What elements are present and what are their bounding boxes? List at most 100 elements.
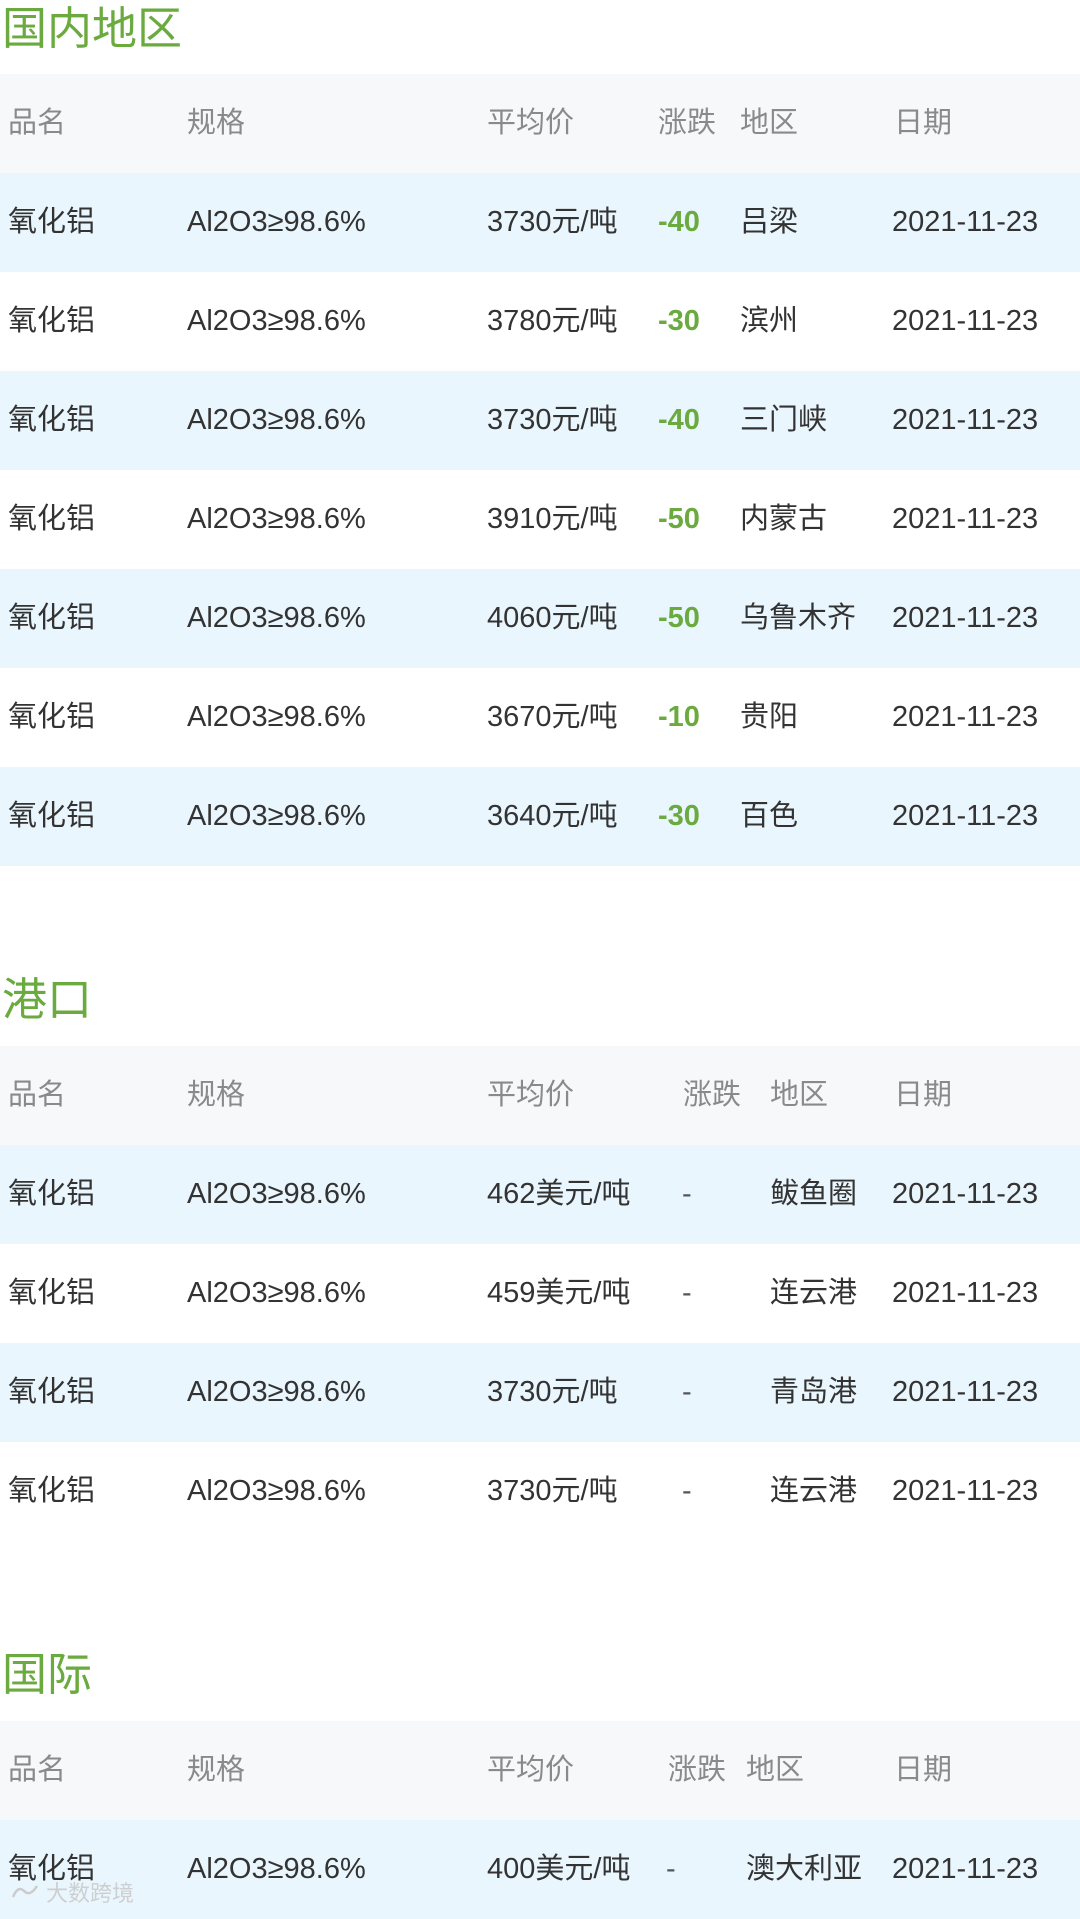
cell-region: 吕梁 bbox=[740, 206, 799, 238]
cell-price: 462美元/吨 bbox=[487, 1178, 631, 1210]
cell-spec: Al2O3≥98.6% bbox=[187, 503, 366, 535]
cell-name: 氧化铝 bbox=[8, 206, 96, 238]
header-spec: 规格 bbox=[187, 1754, 246, 1786]
cell-change: - bbox=[682, 1475, 692, 1507]
header-price: 平均价 bbox=[487, 1079, 575, 1111]
cell-region: 澳大利亚 bbox=[746, 1853, 863, 1885]
table-row[interactable]: 氧化铝 Al2O3≥98.6% 3670元/吨 -10 贵阳 2021-11-2… bbox=[0, 668, 1080, 767]
header-date: 日期 bbox=[894, 1079, 953, 1111]
cell-change: - bbox=[682, 1277, 692, 1309]
cell-spec: Al2O3≥98.6% bbox=[187, 1475, 366, 1507]
cell-spec: Al2O3≥98.6% bbox=[187, 800, 366, 832]
cell-region: 滨州 bbox=[740, 305, 799, 337]
table-row[interactable]: 氧化铝 Al2O3≥98.6% 3730元/吨 - 连云港 2021-11-23 bbox=[0, 1442, 1080, 1541]
cell-region: 百色 bbox=[740, 800, 799, 832]
table-row[interactable]: 氧化铝 Al2O3≥98.6% 462美元/吨 - 鲅鱼圈 2021-11-23 bbox=[0, 1145, 1080, 1244]
cell-name: 氧化铝 bbox=[8, 1376, 96, 1408]
header-date: 日期 bbox=[894, 107, 953, 139]
cell-spec: Al2O3≥98.6% bbox=[187, 1376, 366, 1408]
cell-date: 2021-11-23 bbox=[892, 1853, 1039, 1885]
cell-region: 三门峡 bbox=[740, 404, 828, 436]
table-row[interactable]: 氧化铝 Al2O3≥98.6% 3730元/吨 -40 吕梁 2021-11-2… bbox=[0, 173, 1080, 272]
header-price: 平均价 bbox=[487, 107, 575, 139]
cell-date: 2021-11-23 bbox=[892, 503, 1039, 535]
cell-date: 2021-11-23 bbox=[892, 800, 1039, 832]
cell-change: - bbox=[682, 1376, 692, 1408]
cell-region: 乌鲁木齐 bbox=[740, 602, 857, 634]
cell-name: 氧化铝 bbox=[8, 602, 96, 634]
header-price: 平均价 bbox=[487, 1754, 575, 1786]
cell-region: 内蒙古 bbox=[740, 503, 828, 535]
table-row[interactable]: 氧化铝 Al2O3≥98.6% 3730元/吨 -40 三门峡 2021-11-… bbox=[0, 371, 1080, 470]
cell-change: - bbox=[666, 1853, 676, 1885]
header-name: 品名 bbox=[8, 107, 67, 139]
table-header-row: 品名 规格 平均价 涨跌 地区 日期 bbox=[0, 74, 1080, 173]
cell-spec: Al2O3≥98.6% bbox=[187, 206, 366, 238]
header-change: 涨跌 bbox=[658, 107, 717, 139]
cell-price: 3730元/吨 bbox=[487, 206, 618, 238]
cell-region: 青岛港 bbox=[770, 1376, 858, 1408]
cell-price: 3910元/吨 bbox=[487, 503, 618, 535]
cell-price: 3780元/吨 bbox=[487, 305, 618, 337]
cell-spec: Al2O3≥98.6% bbox=[187, 1277, 366, 1309]
table-row[interactable]: 氧化铝 Al2O3≥98.6% 459美元/吨 - 连云港 2021-11-23 bbox=[0, 1244, 1080, 1343]
cell-price: 400美元/吨 bbox=[487, 1853, 631, 1885]
watermark-text: 大数跨境 bbox=[46, 1881, 135, 1906]
cell-change: -40 bbox=[658, 404, 700, 436]
price-table-port: 品名 规格 平均价 涨跌 地区 日期 氧化铝 Al2O3≥98.6% 462美元… bbox=[0, 1046, 1080, 1541]
header-name: 品名 bbox=[8, 1079, 67, 1111]
cell-name: 氧化铝 bbox=[8, 503, 96, 535]
cell-price: 459美元/吨 bbox=[487, 1277, 631, 1309]
header-spec: 规格 bbox=[187, 107, 246, 139]
cell-date: 2021-11-23 bbox=[892, 404, 1039, 436]
table-header-row: 品名 规格 平均价 涨跌 地区 日期 bbox=[0, 1721, 1080, 1820]
section-title-port: 港口 bbox=[2, 974, 93, 1025]
cell-price: 3640元/吨 bbox=[487, 800, 618, 832]
cell-name: 氧化铝 bbox=[8, 1277, 96, 1309]
cell-date: 2021-11-23 bbox=[892, 1277, 1039, 1309]
cell-change: -40 bbox=[658, 206, 700, 238]
cell-name: 氧化铝 bbox=[8, 404, 96, 436]
price-table-international: 品名 规格 平均价 涨跌 地区 日期 氧化铝 Al2O3≥98.6% 400美元… bbox=[0, 1721, 1080, 1919]
cell-name: 氧化铝 bbox=[8, 701, 96, 733]
watermark: 大数跨境 bbox=[10, 1876, 134, 1908]
section-title-domestic: 国内地区 bbox=[2, 3, 183, 54]
cell-spec: Al2O3≥98.6% bbox=[187, 404, 366, 436]
cell-change: -30 bbox=[658, 305, 700, 337]
cell-change: -50 bbox=[658, 602, 700, 634]
cell-region: 贵阳 bbox=[740, 701, 799, 733]
cell-date: 2021-11-23 bbox=[892, 206, 1039, 238]
table-row[interactable]: 氧化铝 Al2O3≥98.6% 4060元/吨 -50 乌鲁木齐 2021-11… bbox=[0, 569, 1080, 668]
section-title-international: 国际 bbox=[2, 1649, 93, 1700]
table-row[interactable]: 氧化铝 Al2O3≥98.6% 3910元/吨 -50 内蒙古 2021-11-… bbox=[0, 470, 1080, 569]
header-region: 地区 bbox=[740, 107, 799, 139]
cell-price: 3730元/吨 bbox=[487, 1376, 618, 1408]
cell-price: 4060元/吨 bbox=[487, 602, 618, 634]
header-region: 地区 bbox=[746, 1754, 805, 1786]
cell-name: 氧化铝 bbox=[8, 1178, 96, 1210]
cell-region: 连云港 bbox=[770, 1475, 858, 1507]
cell-spec: Al2O3≥98.6% bbox=[187, 602, 366, 634]
header-change: 涨跌 bbox=[668, 1754, 727, 1786]
header-change: 涨跌 bbox=[683, 1079, 742, 1111]
table-row[interactable]: 氧化铝 Al2O3≥98.6% 400美元/吨 - 澳大利亚 2021-11-2… bbox=[0, 1820, 1080, 1919]
cell-price: 3730元/吨 bbox=[487, 404, 618, 436]
cell-spec: Al2O3≥98.6% bbox=[187, 305, 366, 337]
cell-spec: Al2O3≥98.6% bbox=[187, 1853, 366, 1885]
cell-change: - bbox=[682, 1178, 692, 1210]
cell-change: -30 bbox=[658, 800, 700, 832]
table-row[interactable]: 氧化铝 Al2O3≥98.6% 3640元/吨 -30 百色 2021-11-2… bbox=[0, 767, 1080, 866]
cell-region: 连云港 bbox=[770, 1277, 858, 1309]
cell-date: 2021-11-23 bbox=[892, 701, 1039, 733]
cell-date: 2021-11-23 bbox=[892, 1178, 1039, 1210]
table-row[interactable]: 氧化铝 Al2O3≥98.6% 3780元/吨 -30 滨州 2021-11-2… bbox=[0, 272, 1080, 371]
cell-change: -50 bbox=[658, 503, 700, 535]
header-region: 地区 bbox=[770, 1079, 829, 1111]
cell-name: 氧化铝 bbox=[8, 800, 96, 832]
cell-change: -10 bbox=[658, 701, 700, 733]
cell-date: 2021-11-23 bbox=[892, 602, 1039, 634]
cell-date: 2021-11-23 bbox=[892, 305, 1039, 337]
brand-logo-icon bbox=[10, 1881, 42, 1903]
table-row[interactable]: 氧化铝 Al2O3≥98.6% 3730元/吨 - 青岛港 2021-11-23 bbox=[0, 1343, 1080, 1442]
header-spec: 规格 bbox=[187, 1079, 246, 1111]
